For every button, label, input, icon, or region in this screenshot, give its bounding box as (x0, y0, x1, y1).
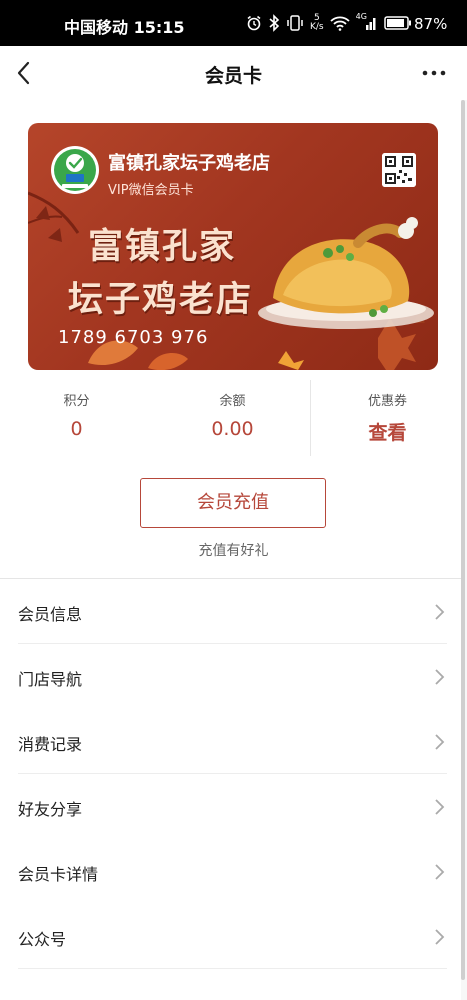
menu-item-share-friends[interactable]: 好友分享 (0, 774, 461, 839)
shop-logo-icon (51, 146, 99, 194)
carrier-time: 中国移动 15:15 (64, 18, 185, 37)
shop-name: 富镇孔家坛子鸡老店 (108, 153, 270, 174)
scrollbar[interactable] (461, 100, 465, 980)
chevron-right-icon (435, 929, 445, 945)
stat-coupons-label: 优惠券 (367, 394, 407, 409)
battery-icon (383, 16, 411, 30)
card-number: 1789 6703 976 (58, 327, 209, 348)
vibrate-icon (287, 15, 303, 31)
stat-balance[interactable]: 余额 0.00 (156, 380, 309, 460)
menu-item-label: 门店导航 (18, 670, 83, 689)
stat-balance-label: 余额 (219, 394, 246, 409)
card-headline-line2: 坛子鸡老店 (68, 280, 254, 320)
content-panel: 富镇孔家坛子鸡老店 VIP微信会员卡 富镇孔家 坛子鸡老店 1789 6703 … (0, 100, 461, 1000)
menu-item-consumption-records[interactable]: 消费记录 (0, 709, 461, 774)
qr-code-icon[interactable] (382, 153, 416, 187)
menu-item-label: 会员信息 (18, 605, 83, 624)
chevron-right-icon (435, 734, 445, 750)
menu-item-label: 会员卡详情 (18, 865, 99, 884)
menu-item-card-details[interactable]: 会员卡详情 (0, 839, 461, 904)
menu-item-label: 好友分享 (18, 800, 83, 819)
stats-row: 积分 0 余额 0.00 优惠券 查看 (0, 380, 461, 460)
status-bar: 中国移动 15:15 5 K/s 4G 87% (0, 0, 467, 46)
stat-points-label: 积分 (63, 394, 90, 409)
view-coupons-link[interactable]: 查看 (311, 418, 464, 445)
menu-item-label: 公众号 (18, 930, 67, 949)
stat-points-value: 0 (70, 418, 83, 440)
chevron-right-icon (435, 864, 445, 880)
signal-4g: 4G (356, 12, 378, 31)
chevron-right-icon (435, 604, 445, 620)
card-type: VIP微信会员卡 (108, 183, 194, 198)
recharge-note: 充值有好礼 (198, 543, 269, 559)
menu-item-label: 消费记录 (18, 735, 83, 754)
stat-coupons[interactable]: 优惠券 查看 (311, 380, 464, 460)
alarm-icon (247, 15, 261, 31)
more-icon[interactable] (420, 62, 448, 84)
menu-item-store-navigation[interactable]: 门店导航 (0, 644, 461, 709)
net-speed: 5 K/s (310, 13, 324, 32)
menu-item-member-info[interactable]: 会员信息 (0, 579, 461, 644)
chevron-right-icon (435, 799, 445, 815)
chevron-right-icon (435, 669, 445, 685)
recharge-button[interactable]: 会员充值 (140, 478, 326, 528)
nav-bar: 会员卡 (0, 46, 467, 100)
status-icons: 5 K/s 4G (246, 12, 412, 34)
battery-percent: 87% (414, 15, 448, 33)
bluetooth-icon (269, 14, 280, 32)
menu-list: 会员信息 门店导航 消费记录 好友分享 会员卡详情 公众号 (0, 579, 461, 969)
scroll-content: 富镇孔家坛子鸡老店 VIP微信会员卡 富镇孔家 坛子鸡老店 1789 6703 … (0, 100, 467, 1000)
row-divider (18, 968, 447, 969)
stat-balance-value: 0.00 (211, 418, 254, 440)
card-headline-line1: 富镇孔家 (88, 227, 237, 267)
signal-icon (365, 18, 376, 30)
stat-points[interactable]: 积分 0 (0, 380, 153, 460)
page-title: 会员卡 (204, 65, 262, 87)
menu-item-official-account[interactable]: 公众号 (0, 904, 461, 969)
wifi-icon (330, 16, 350, 31)
membership-card[interactable]: 富镇孔家坛子鸡老店 VIP微信会员卡 富镇孔家 坛子鸡老店 1789 6703 … (28, 123, 438, 370)
